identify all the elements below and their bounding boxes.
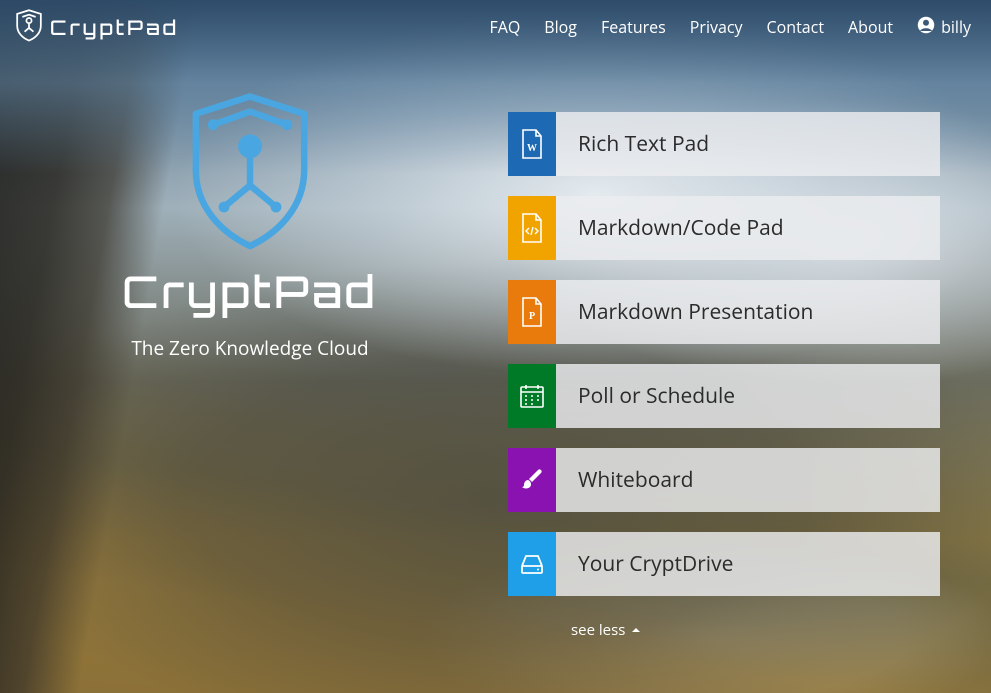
app-poll-button[interactable]: Poll or Schedule (508, 364, 940, 428)
shield-icon (14, 8, 44, 47)
hero: CryptPad The Zero Knowledge Cloud (0, 90, 500, 361)
doc-code-icon (508, 196, 556, 260)
brush-icon (508, 448, 556, 512)
drive-icon (508, 532, 556, 596)
nav-link-faq[interactable]: FAQ (489, 16, 520, 38)
top-nav: CryptPad FAQ Blog Features Privacy Conta… (0, 0, 991, 54)
nav-link-blog[interactable]: Blog (544, 16, 577, 38)
app-code-button[interactable]: Markdown/Code Pad (508, 196, 940, 260)
nav-link-features[interactable]: Features (601, 16, 666, 38)
app-drive-button[interactable]: Your CryptDrive (508, 532, 940, 596)
nav-link-about[interactable]: About (848, 16, 893, 38)
brand-name: CryptPad (50, 15, 179, 40)
see-less-label: see less (571, 620, 625, 640)
hero-tagline: The Zero Knowledge Cloud (131, 335, 368, 361)
app-richtext-button[interactable]: W Rich Text Pad (508, 112, 940, 176)
app-label: Markdown/Code Pad (556, 214, 784, 242)
app-whiteboard-button[interactable]: Whiteboard (508, 448, 940, 512)
chevron-up-icon (631, 620, 641, 640)
svg-text:W: W (527, 143, 537, 154)
calendar-icon (508, 364, 556, 428)
nav-links: FAQ Blog Features Privacy Contact About … (489, 16, 971, 39)
app-list: W Rich Text Pad Markdown/Code Pad P Mark… (508, 112, 940, 596)
app-label: Your CryptDrive (556, 550, 733, 578)
app-label: Whiteboard (556, 466, 693, 494)
doc-word-icon: W (508, 112, 556, 176)
see-less-toggle[interactable]: see less (571, 620, 641, 640)
hero-title: CryptPad (122, 264, 378, 319)
brand-logo[interactable]: CryptPad (14, 8, 179, 47)
doc-presentation-icon: P (508, 280, 556, 344)
app-label: Poll or Schedule (556, 382, 735, 410)
app-presentation-button[interactable]: P Markdown Presentation (508, 280, 940, 344)
nav-link-privacy[interactable]: Privacy (690, 16, 743, 38)
svg-text:P: P (529, 311, 535, 322)
hero-shield-icon (185, 90, 315, 250)
user-name: billy (941, 16, 971, 38)
app-label: Markdown Presentation (556, 298, 813, 326)
user-icon (917, 16, 935, 39)
nav-link-contact[interactable]: Contact (767, 16, 824, 38)
app-label: Rich Text Pad (556, 130, 709, 158)
user-menu[interactable]: billy (917, 16, 971, 39)
